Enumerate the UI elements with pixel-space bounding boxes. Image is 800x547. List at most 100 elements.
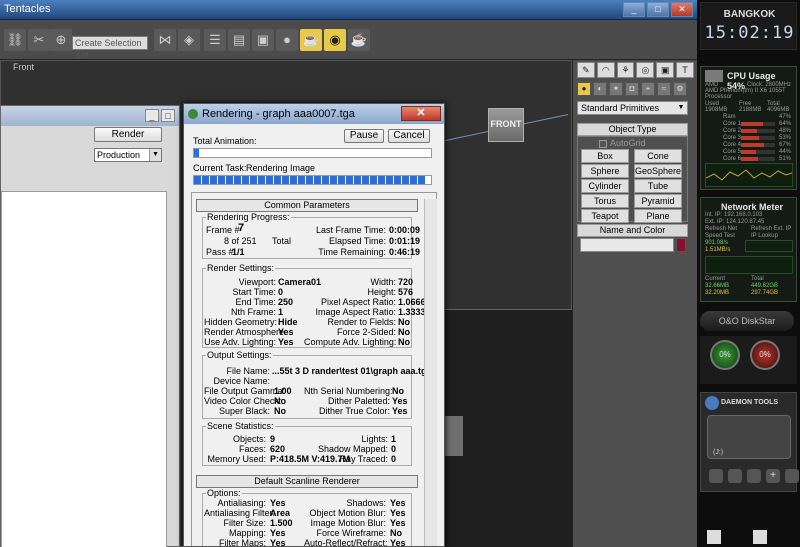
frame-of-total: 8 of 251 <box>224 236 257 246</box>
option-right-2-value: Yes <box>390 518 406 528</box>
spacewarps-icon[interactable]: ≈ <box>657 82 671 96</box>
maximize-icon[interactable]: □ <box>161 109 175 122</box>
object-type-rollout-header[interactable]: Object Type <box>577 123 688 136</box>
document-icon[interactable] <box>707 530 721 544</box>
pause-button[interactable]: Pause <box>344 129 384 143</box>
cone-button[interactable]: Cone <box>634 149 682 163</box>
clock-time: 15:02:19 <box>704 23 795 43</box>
curve-editor-icon[interactable]: ▤ <box>228 29 250 51</box>
selection-set-dropdown[interactable]: Create Selection Set <box>72 36 148 60</box>
rendered-frame-icon[interactable]: ◉ <box>324 29 346 51</box>
refresh-icon[interactable] <box>728 469 742 483</box>
torus-button[interactable]: Torus <box>581 194 629 208</box>
scanline-header[interactable]: Default Scanline Renderer <box>196 475 418 488</box>
ip-lookup-link[interactable]: IP Lookup <box>751 233 778 239</box>
close-button[interactable]: ✕ <box>671 2 693 17</box>
render-setup-icon[interactable]: ☕ <box>300 29 322 51</box>
images-icon[interactable] <box>747 469 761 483</box>
pass-label: Pass # <box>206 247 234 257</box>
object-color-swatch[interactable] <box>676 238 686 252</box>
close-icon[interactable]: ✕ <box>401 106 441 121</box>
hierarchy-tab-icon[interactable]: ⚘ <box>616 62 635 78</box>
maximize-button[interactable]: □ <box>647 2 669 17</box>
output-setting-left-2-label: Super Black: <box>218 406 270 416</box>
helpers-icon[interactable]: ⌖ <box>641 82 655 96</box>
cylinder-button[interactable]: Cylinder <box>581 179 629 193</box>
box-button[interactable]: Box <box>581 149 629 163</box>
render-setting-right-1-value: 576 <box>398 287 414 297</box>
render-icon[interactable]: ☕ <box>348 29 370 51</box>
link-icon[interactable]: ⛓ <box>4 29 26 51</box>
layers-icon[interactable]: ☰ <box>204 29 226 51</box>
elapsed-time-value: 0:01:19 <box>389 236 421 246</box>
systems-icon[interactable]: ⚙ <box>673 82 687 96</box>
lights-icon[interactable]: ✶ <box>609 82 623 96</box>
object-name-input[interactable] <box>580 238 674 252</box>
teapot-button[interactable]: Teapot <box>581 209 629 223</box>
task-progress-fill <box>194 176 427 184</box>
viewcube[interactable]: FRONT <box>488 108 524 142</box>
add-icon[interactable]: + <box>766 469 780 483</box>
desktop-gadgets: BANGKOK 15:02:19 CPU Usage 54% AMD Clock… <box>697 0 800 547</box>
clock-gadget: BANGKOK 15:02:19 <box>700 2 797 50</box>
refresh-net-link[interactable]: Refresh Net <box>705 226 737 232</box>
sphere-button[interactable]: Sphere <box>581 164 629 178</box>
plane-button[interactable]: Plane <box>634 209 682 223</box>
elapsed-time-label: Elapsed Time: <box>328 236 386 246</box>
render-setting-left-1-value: 0 <box>278 287 284 297</box>
document-icon[interactable] <box>753 530 767 544</box>
mirror-icon[interactable]: ⋈ <box>154 29 176 51</box>
shapes-icon[interactable]: ◐ <box>593 82 607 96</box>
minimize-button[interactable]: _ <box>623 2 645 17</box>
material-editor-icon[interactable]: ● <box>276 29 298 51</box>
render-icon <box>188 109 198 119</box>
core-bar <box>741 129 775 133</box>
cpu-title-label: CPU Usage <box>727 71 776 81</box>
create-tab-icon[interactable]: ✎ <box>577 62 595 78</box>
cpu-gadget: CPU Usage 54% AMD Clock: 2800MHz AMD Phe… <box>700 66 797 190</box>
net-download: 901.08/s <box>705 240 729 246</box>
name-color-rollout-header[interactable]: Name and Color <box>577 224 688 237</box>
align-icon[interactable]: ◈ <box>178 29 200 51</box>
geometry-icon[interactable]: ● <box>577 82 591 96</box>
unlink-icon[interactable]: ✂ <box>28 29 50 51</box>
viewport-label[interactable]: Front <box>13 62 34 72</box>
render-button[interactable]: Render <box>94 127 162 142</box>
output-setting-left-0-label: File Output Gamma: <box>204 386 286 396</box>
option-left-4-label: Filter Maps: <box>218 538 266 547</box>
cancel-button[interactable]: Cancel <box>388 129 430 143</box>
tube-button[interactable]: Tube <box>634 179 682 193</box>
pyramid-button[interactable]: Pyramid <box>634 194 682 208</box>
render-mode-select[interactable]: Production ▼ <box>94 148 162 162</box>
net-current-down: 32.66MB <box>705 283 730 289</box>
category-dropdown[interactable]: Standard Primitives ▼ <box>577 101 688 115</box>
autogrid-label: AutoGrid <box>610 138 646 148</box>
modify-tab-icon[interactable]: ◠ <box>596 62 615 78</box>
utilities-tab-icon[interactable]: T <box>676 62 694 78</box>
diskstar-gadget[interactable]: O&O DiskStar <box>700 311 794 331</box>
render-setting-left-5-value: Yes <box>278 327 294 337</box>
autogrid-checkbox[interactable]: AutoGrid <box>599 138 646 148</box>
speed-test-link[interactable]: Speed Test <box>705 233 735 239</box>
scrollbar[interactable] <box>424 199 437 546</box>
schematic-icon[interactable]: ▣ <box>252 29 274 51</box>
common-parameters-header[interactable]: Common Parameters <box>196 199 418 212</box>
minimize-icon[interactable]: _ <box>145 109 159 122</box>
total-label: Total <box>272 236 292 246</box>
render-setting-right-2-label: Pixel Aspect Ratio: <box>320 297 396 307</box>
settings-icon[interactable] <box>785 469 799 483</box>
ram-used: 1908MB <box>705 107 728 113</box>
cpu-chip-icon <box>705 70 723 82</box>
ram-free: 2188MB <box>739 107 762 113</box>
motion-tab-icon[interactable]: ◎ <box>636 62 655 78</box>
geosphere-button[interactable]: GeoSphere <box>634 164 682 178</box>
cameras-icon[interactable]: ◘ <box>625 82 639 96</box>
rendering-dialog: Rendering - graph aaa0007.tga ✕ Total An… <box>183 103 445 547</box>
core-percent: 48% <box>779 128 792 134</box>
mount-icon[interactable] <box>709 469 723 483</box>
core-bar-fill <box>741 129 758 133</box>
abc-icon[interactable]: ⊕ <box>50 29 72 51</box>
cpu-graph-line <box>705 169 793 181</box>
display-tab-icon[interactable]: ▣ <box>656 62 675 78</box>
refresh-ext-link[interactable]: Refresh Ext. IP <box>751 226 791 232</box>
